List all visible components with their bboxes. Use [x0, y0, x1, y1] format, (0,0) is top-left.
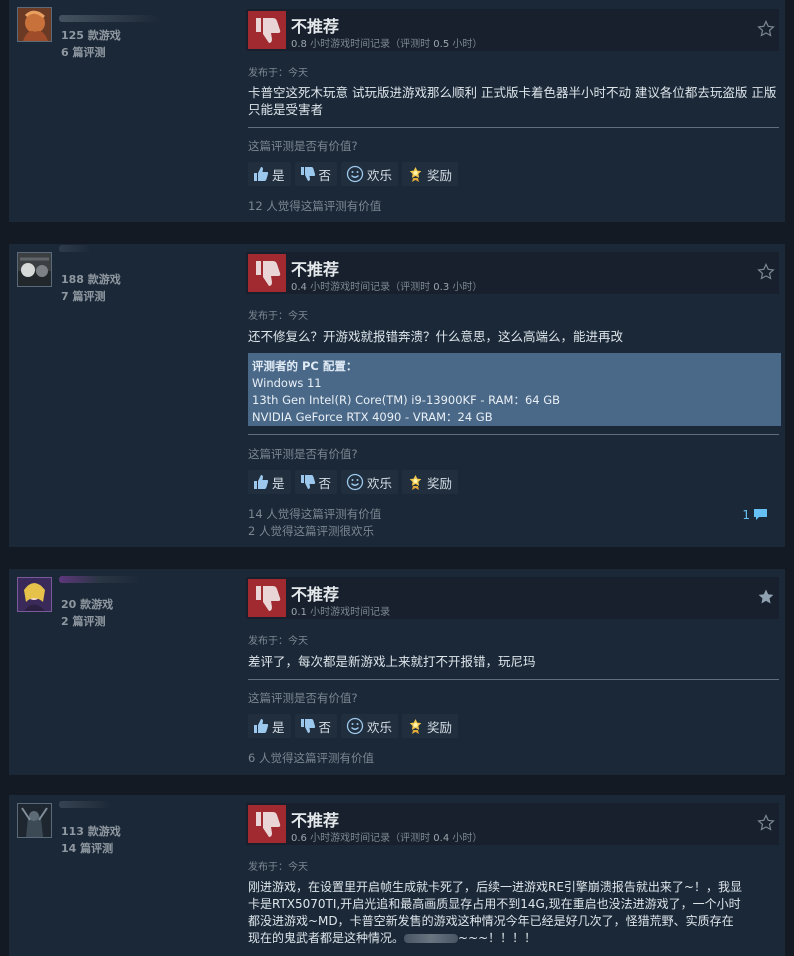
verdict[interactable]: 不推荐 [291, 807, 339, 831]
helpful-question: 这篇评测是否有价值? [248, 139, 358, 153]
avatar[interactable] [17, 7, 52, 42]
posted-date: 发布于：今天 [248, 311, 308, 322]
review-header: 不推荐 0.4 小时游戏时间记录（评测时 0.3 小时） [246, 252, 779, 294]
thumbs-down-badge [248, 11, 286, 49]
vote-yes-button[interactable]: 是 [248, 714, 291, 738]
posted-date: 发布于：今天 [248, 636, 308, 647]
review-header: 不推荐 0.8 小时游戏时间记录（评测时 0.5 小时） [246, 9, 779, 51]
verdict[interactable]: 不推荐 [291, 581, 339, 605]
thumbs-down-badge [248, 579, 286, 617]
spec-os: Windows 11 [252, 376, 322, 390]
comments-link[interactable]: 1 [742, 508, 767, 522]
vote-yes-button[interactable]: 是 [248, 162, 291, 186]
thumbs-up-icon [254, 475, 269, 489]
smile-icon [346, 717, 364, 735]
vote-no-button[interactable]: 否 [294, 714, 338, 738]
spec-cpu: 13th Gen Intel(R) Core(TM) i9-13900KF - … [252, 393, 561, 407]
review-card: 20 款游戏 2 篇评测 不推荐 0.1 小时游戏时间记录 发布于：今天 差评了… [9, 569, 785, 775]
vote-funny-button[interactable]: 欢乐 [341, 714, 399, 738]
thumbs-down-icon [256, 18, 281, 43]
helpful-question: 这篇评测是否有价值? [248, 447, 358, 461]
award-medal-icon [409, 166, 422, 182]
thumbs-down-icon [300, 167, 315, 181]
review-header: 不推荐 0.1 小时游戏时间记录 [246, 577, 779, 619]
review-header: 不推荐 0.6 小时游戏时间记录（评测时 0.4 小时） [246, 803, 779, 845]
spec-title: 评测者的 PC 配置： [252, 359, 358, 373]
helpful-question: 这篇评测是否有价值? [248, 691, 358, 705]
thumbs-down-icon [256, 586, 281, 611]
thumbs-down-icon [300, 475, 315, 489]
comment-count: 1 [742, 508, 750, 522]
posted-date: 发布于：今天 [248, 68, 308, 79]
username-blurred[interactable] [59, 15, 159, 22]
review-card: 188 款游戏 7 篇评测 不推荐 0.4 小时游戏时间记录（评测时 0.3 小… [9, 244, 785, 547]
award-button[interactable]: 奖励 [402, 162, 459, 186]
vote-funny-button[interactable]: 欢乐 [341, 470, 399, 494]
thumbs-down-icon [300, 719, 315, 733]
review-text: 刚进游戏，在设置里开启帧生成就卡死了，后续一进游戏RE引擎崩溃报告就出来了~！，… [248, 880, 742, 945]
funny-count: 2 人觉得这篇评测很欢乐 [248, 524, 374, 538]
thumbs-down-icon [256, 812, 281, 837]
spec-gpu: NVIDIA GeForce RTX 4090 - VRAM：24 GB [252, 410, 493, 424]
username-blurred[interactable] [59, 245, 91, 252]
verdict[interactable]: 不推荐 [291, 13, 339, 37]
playtime: 0.1 小时游戏时间记录 [291, 607, 391, 618]
playtime: 0.6 小时游戏时间记录（评测时 0.4 小时） [291, 833, 483, 844]
award-button[interactable]: 奖励 [402, 714, 459, 738]
review-text: 还不修复么？开游戏就报错奔溃？什么意思，这么高端么，能进再改 [248, 329, 624, 344]
thumbs-down-badge [248, 254, 286, 292]
thumbs-up-icon [254, 167, 269, 181]
thumbs-down-icon [256, 261, 281, 286]
comment-bubble-icon [754, 509, 767, 520]
smile-icon [346, 165, 364, 183]
posted-date: 发布于：今天 [248, 862, 308, 873]
thumbs-down-badge [248, 805, 286, 843]
games-count[interactable]: 188 款游戏 [61, 271, 121, 288]
review-text: 卡普空这死木玩意 试玩版进游戏那么顺利 正式版卡着色器半小时不动 建议各位都去玩… [248, 85, 777, 117]
star-filled-icon[interactable] [757, 588, 775, 606]
pc-spec-box: 评测者的 PC 配置： Windows 11 13th Gen Intel(R)… [248, 353, 781, 426]
avatar[interactable] [17, 252, 52, 287]
star-outline-icon[interactable] [757, 263, 775, 281]
playtime: 0.4 小时游戏时间记录（评测时 0.3 小时） [291, 282, 483, 293]
username-blurred[interactable] [59, 576, 141, 583]
vote-funny-button[interactable]: 欢乐 [341, 162, 399, 186]
review-text: 差评了，每次都是新游戏上来就打不开报错，玩尼玛 [248, 654, 536, 669]
star-outline-icon[interactable] [757, 814, 775, 832]
helpful-count: 12 人觉得这篇评测有价值 [248, 199, 382, 213]
vote-yes-button[interactable]: 是 [248, 470, 291, 494]
award-medal-icon [409, 474, 422, 490]
games-count[interactable]: 113 款游戏 [61, 823, 121, 840]
helpful-count: 6 人觉得这篇评测有价值 [248, 751, 374, 765]
vote-no-button[interactable]: 否 [294, 470, 338, 494]
games-count[interactable]: 20 款游戏 [61, 596, 113, 613]
games-count[interactable]: 125 款游戏 [61, 27, 121, 44]
review-card: 113 款游戏 14 篇评测 不推荐 0.6 小时游戏时间记录（评测时 0.4 … [9, 795, 785, 956]
vote-no-button[interactable]: 否 [294, 162, 338, 186]
playtime: 0.8 小时游戏时间记录（评测时 0.5 小时） [291, 39, 483, 50]
helpful-count: 14 人觉得这篇评测有价值 [248, 507, 382, 521]
award-medal-icon [409, 718, 422, 734]
award-button[interactable]: 奖励 [402, 470, 459, 494]
smile-icon [346, 473, 364, 491]
username-blurred[interactable] [59, 801, 111, 808]
reviews-count[interactable]: 2 篇评测 [61, 613, 113, 630]
divider [248, 127, 779, 128]
review-card: 125 款游戏 6 篇评测 不推荐 0.8 小时游戏时间记录（评测时 0.5 小… [9, 0, 785, 222]
avatar[interactable] [17, 577, 52, 612]
blurred-text [404, 934, 459, 943]
reviews-count[interactable]: 6 篇评测 [61, 44, 121, 61]
divider [248, 679, 779, 680]
thumbs-up-icon [254, 719, 269, 733]
avatar[interactable] [17, 803, 52, 838]
reviews-count[interactable]: 7 篇评测 [61, 288, 121, 305]
star-outline-icon[interactable] [757, 20, 775, 38]
divider [248, 434, 779, 435]
verdict[interactable]: 不推荐 [291, 256, 339, 280]
reviews-count[interactable]: 14 篇评测 [61, 840, 121, 857]
